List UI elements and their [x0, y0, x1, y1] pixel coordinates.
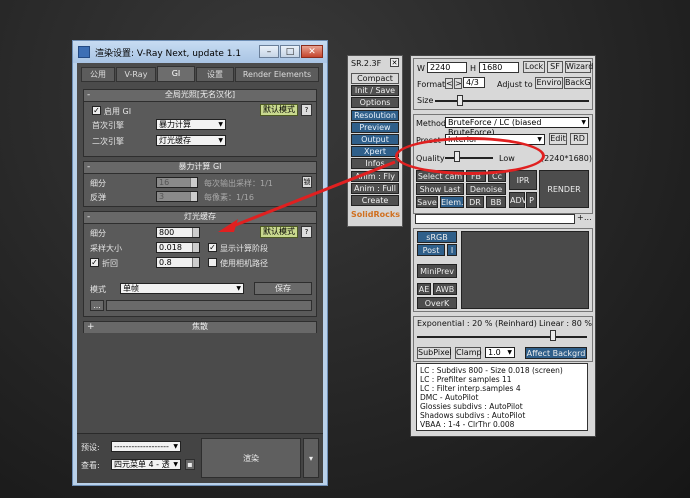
annotation-arrow — [218, 160, 396, 232]
annotation-arrow-line — [227, 160, 396, 230]
annotation-arrow-head — [218, 219, 238, 232]
